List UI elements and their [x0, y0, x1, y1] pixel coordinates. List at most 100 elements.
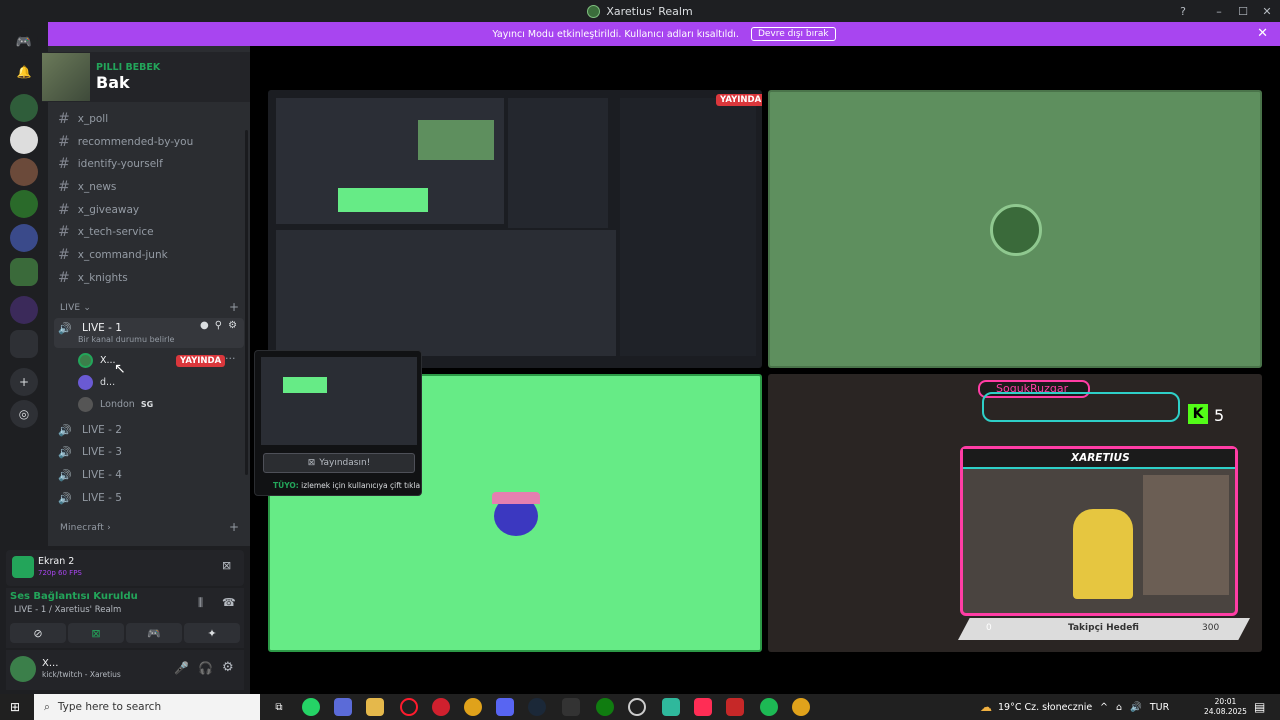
stream-tile-screen[interactable]: YAYINDA	[268, 90, 762, 368]
channel-item[interactable]: # x_news	[58, 177, 116, 197]
stop-share-icon[interactable]: ⊠	[222, 559, 231, 572]
voice-user[interactable]: d...	[78, 373, 115, 391]
server-folder-icon[interactable]	[10, 330, 38, 358]
notifications-icon[interactable]: 🔔	[10, 58, 38, 86]
chrome-icon[interactable]	[792, 698, 810, 716]
headphones-icon[interactable]: 🎧	[198, 661, 213, 675]
whatsapp-icon[interactable]	[302, 698, 320, 716]
live-badge: YAYINDA	[716, 94, 762, 106]
windows-start-icon[interactable]: ⊞	[10, 700, 20, 714]
voice-channel[interactable]: 🔊 LIVE - 5	[58, 488, 122, 508]
hash-icon: #	[58, 111, 70, 127]
close-window-button[interactable]: ✕	[1254, 0, 1280, 22]
chat-icon[interactable]: ●	[200, 320, 209, 331]
camera-button[interactable]: ⊘	[10, 623, 66, 643]
more-icon[interactable]: ···	[225, 352, 236, 365]
file-explorer-icon[interactable]	[366, 698, 384, 716]
chrome-icon[interactable]	[464, 698, 482, 716]
spotify-icon[interactable]	[760, 698, 778, 716]
disconnect-icon[interactable]: ☎	[222, 596, 236, 609]
language-indicator[interactable]: TUR	[1150, 702, 1169, 713]
chevron-up-icon[interactable]: ^	[1100, 702, 1108, 713]
notification-center-icon[interactable]: ▤	[1254, 694, 1265, 720]
category-live[interactable]: LIVE ⌄	[60, 303, 91, 313]
server-icon[interactable]	[10, 296, 38, 324]
hash-icon: #	[58, 156, 70, 172]
channel-item[interactable]: # x_poll	[58, 109, 108, 129]
voice-channel[interactable]: 🔊 LIVE - 4	[58, 465, 122, 485]
server-folder-icon[interactable]	[10, 258, 38, 286]
hash-icon: #	[58, 179, 70, 195]
kick-count: 5	[1214, 406, 1225, 425]
add-channel-icon[interactable]: +	[229, 520, 239, 534]
channel-item[interactable]: # identify-yourself	[58, 154, 163, 174]
channel-item[interactable]: # x_command-junk	[58, 245, 168, 265]
voice-status-title[interactable]: Ses Bağlantısı Kuruldu	[10, 591, 138, 602]
discord-home-icon[interactable]: 🎮	[10, 28, 38, 56]
discord-app: Xaretius' Realm ? – ☐ ✕ 🎮 🔔 + ◎ PILLI BE…	[0, 0, 1280, 720]
microphone-icon[interactable]: 🎤	[174, 661, 189, 675]
channel-status[interactable]: Bir kanal durumu belirle	[78, 335, 174, 344]
clock[interactable]: 20:01 24.08.2025	[1204, 694, 1247, 720]
server-icon[interactable]	[10, 190, 38, 218]
app-icon[interactable]	[662, 698, 680, 716]
channel-item[interactable]: # x_tech-service	[58, 222, 154, 242]
screen-share-button[interactable]: ⊠	[68, 623, 124, 643]
voice-channel[interactable]: 🔊 LIVE - 3	[58, 442, 122, 462]
taskbar-search[interactable]: ⌕ Type here to search	[34, 694, 260, 720]
preview-tip: TÜYO: izlemek için kullanıcıya çift tıkl…	[273, 481, 421, 490]
category-minecraft[interactable]: Minecraft ›	[60, 523, 111, 533]
epic-games-icon[interactable]	[562, 698, 580, 716]
channel-item[interactable]: # recommended-by-you	[58, 132, 193, 152]
stream-tile-webcam[interactable]: SogukRuzgar K 5 XARETIUS 0 Takipçi Hedef…	[768, 374, 1262, 652]
task-view-icon[interactable]: ⧉	[270, 698, 288, 716]
server-icon[interactable]	[10, 94, 38, 122]
steam-icon[interactable]	[528, 698, 546, 716]
server-icon[interactable]	[10, 126, 38, 154]
add-channel-icon[interactable]: +	[229, 300, 239, 314]
sidebar-scrollbar[interactable]	[245, 130, 248, 475]
obs-docks	[276, 230, 616, 356]
server-folder-icon[interactable]	[10, 224, 38, 252]
voicemod-icon[interactable]	[726, 698, 744, 716]
voice-channel[interactable]: 🔊 LIVE - 2	[58, 420, 122, 440]
help-icon[interactable]: ?	[1170, 0, 1196, 22]
opera-gx-icon[interactable]	[400, 698, 418, 716]
stream-tile-user[interactable]	[768, 90, 1262, 368]
xbox-icon[interactable]	[596, 698, 614, 716]
voice-user[interactable]: X...	[78, 351, 116, 369]
maximize-button[interactable]: ☐	[1230, 0, 1256, 22]
obs-icon[interactable]	[628, 698, 646, 716]
invite-icon[interactable]: ⚲	[215, 320, 222, 331]
hash-icon: #	[58, 134, 70, 150]
server-icon[interactable]	[10, 158, 38, 186]
user-settings-icon[interactable]: ⚙	[222, 660, 234, 675]
opera-icon[interactable]	[432, 698, 450, 716]
channel-item[interactable]: # x_giveaway	[58, 200, 139, 220]
soundboard-button[interactable]: ✦	[184, 623, 240, 643]
weather-icon: ☁	[980, 700, 992, 714]
explore-icon[interactable]: ◎	[10, 400, 38, 428]
activity-button[interactable]: 🎮	[126, 623, 182, 643]
noise-icon[interactable]: ⫼	[198, 596, 203, 610]
weather-widget[interactable]: ☁ 19°C Cz. słonecznie	[980, 694, 1092, 720]
channel-item[interactable]: # x_knights	[58, 268, 128, 288]
minimize-button[interactable]: –	[1206, 0, 1232, 22]
add-server-icon[interactable]: +	[10, 368, 38, 396]
avatar[interactable]	[10, 656, 36, 682]
overlay-header: XARETIUS	[963, 449, 1235, 469]
live-status-button[interactable]: ⊠ Yayındasın!	[263, 453, 415, 473]
copilot-icon[interactable]	[334, 698, 352, 716]
mouse-cursor-icon: ↖	[114, 361, 126, 377]
network-icon[interactable]: ⌂	[1116, 702, 1122, 713]
volume-icon[interactable]: 🔊	[1130, 702, 1142, 713]
voice-status-channel[interactable]: LIVE - 1 / Xaretius' Realm	[14, 605, 121, 615]
discord-icon[interactable]	[496, 698, 514, 716]
close-icon[interactable]: ✕	[1257, 26, 1268, 41]
voice-user[interactable]: London SG	[78, 395, 153, 413]
settings-icon[interactable]: ⚙	[228, 320, 237, 331]
tiktok-icon[interactable]	[694, 698, 712, 716]
disable-button[interactable]: Devre dışı bırak	[750, 27, 836, 41]
hash-icon: #	[58, 202, 70, 218]
speaker-icon: 🔊	[58, 469, 72, 482]
